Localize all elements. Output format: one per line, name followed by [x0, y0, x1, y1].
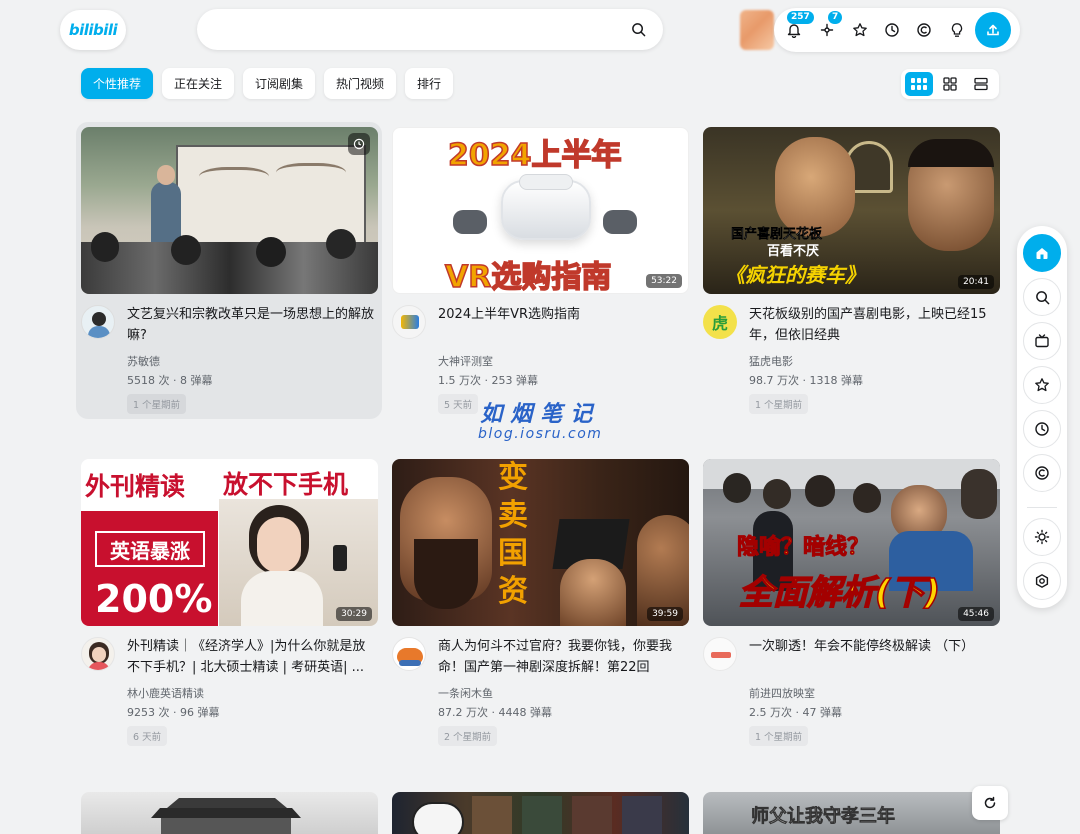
video-card[interactable]: 文艺复兴和宗教改革只是一场思想上的解放嘛? 苏敏德 5518 次 · 8 弹幕 … [76, 122, 382, 419]
search-input[interactable] [213, 22, 629, 37]
video-date: 2 个星期前 [438, 726, 498, 746]
video-thumbnail[interactable]: 隐喻？暗线？ 全面解析(下) 45:46 [703, 459, 1000, 626]
video-title[interactable]: 文艺复兴和宗教改革只是一场思想上的解放嘛? [127, 304, 374, 346]
creator-icon[interactable] [1023, 454, 1061, 492]
tab-ranking[interactable]: 排行 [405, 68, 453, 99]
video-thumbnail[interactable] [81, 127, 378, 294]
video-date: 5 天前 [438, 394, 479, 414]
video-title[interactable]: 外刊精读｜《经济学人》|为什么你就是放不下手机？| 北大硕士精读 | 考研英语|… [127, 636, 374, 678]
lightbulb-icon[interactable] [947, 20, 967, 40]
video-thumbnail[interactable]: 2024上半年 VR选购指南 53:22 [392, 127, 689, 294]
video-thumbnail[interactable]: 外刊精读 放不下手机 英语暴涨 200% 30:29 [81, 459, 378, 626]
video-thumbnail[interactable]: 变卖国资 39:59 [392, 459, 689, 626]
channel-avatar[interactable] [392, 637, 426, 671]
video-duration: 53:22 [646, 274, 682, 288]
video-author[interactable]: 前进四放映室 [749, 685, 815, 701]
search-bar[interactable] [197, 9, 663, 50]
video-card[interactable]: 外刊精读 放不下手机 英语暴涨 200% 30:29 外刊精读｜《经济学人》|为… [81, 459, 378, 749]
history-clock-icon[interactable] [1023, 410, 1061, 448]
user-avatar[interactable] [740, 10, 774, 50]
video-title[interactable]: 2024上半年VR选购指南 [438, 304, 685, 325]
video-card[interactable]: 变卖国资 39:59 商人为何斗不过官府？我要你钱，你要我命！国产第一神剧深度拆… [392, 459, 689, 749]
video-thumbnail[interactable]: 国产喜剧天花板 百看不厌 《疯狂的赛车》 20:41 [703, 127, 1000, 294]
top-toolbar: 257 7 [774, 8, 1020, 52]
tv-icon[interactable] [1023, 322, 1061, 360]
list-view-icon[interactable] [967, 72, 995, 96]
channel-avatar[interactable] [703, 637, 737, 671]
video-stats: 2.5 万次 · 47 弹幕 [749, 706, 842, 719]
refresh-button[interactable] [972, 786, 1008, 820]
video-date: 1 个星期前 [749, 726, 809, 746]
video-stats: 98.7 万次 · 1318 弹幕 [749, 374, 863, 387]
video-title[interactable]: 商人为何斗不过官府？我要你钱，你要我命！国产第一神剧深度拆解！第22回 [438, 636, 685, 678]
tab-recommended[interactable]: 个性推荐 [81, 68, 153, 99]
video-author[interactable]: 林小鹿英语精读 [127, 685, 204, 701]
video-duration: 39:59 [647, 607, 683, 621]
channel-avatar[interactable]: 虎 [703, 305, 737, 339]
video-title[interactable]: 天花板级别的国产喜剧电影，上映已经15年，但依旧经典 [749, 304, 996, 346]
video-author[interactable]: 一条闲木鱼 [438, 685, 493, 701]
search-icon[interactable] [1023, 278, 1061, 316]
upload-button[interactable] [975, 12, 1011, 48]
tab-following[interactable]: 正在关注 [162, 68, 234, 99]
video-thumbnail[interactable] [392, 792, 689, 834]
creator-icon[interactable] [914, 20, 934, 40]
view-switch [901, 69, 999, 99]
video-thumbnail[interactable]: 师父让我守孝三年 [703, 792, 1000, 834]
video-duration: 45:46 [958, 607, 994, 621]
settings-gear-icon[interactable] [1023, 562, 1061, 600]
video-stats: 1.5 万次 · 253 弹幕 [438, 374, 538, 387]
home-icon[interactable] [1023, 234, 1061, 272]
history-clock-icon[interactable] [882, 20, 902, 40]
refresh-icon [984, 796, 996, 809]
bilibili-logo[interactable]: bilibili [60, 10, 126, 50]
video-duration: 20:41 [958, 275, 994, 289]
video-date: 1 个星期前 [127, 394, 187, 414]
video-card[interactable]: 国产喜剧天花板 百看不厌 《疯狂的赛车》 20:41 虎 天花板级别的国产喜剧电… [703, 127, 1000, 417]
channel-avatar[interactable] [392, 305, 426, 339]
channel-avatar[interactable] [81, 637, 115, 671]
video-date: 6 天前 [127, 726, 168, 746]
tab-popular[interactable]: 热门视频 [324, 68, 396, 99]
video-duration: 30:29 [336, 607, 372, 621]
video-stats: 9253 次 · 96 弹幕 [127, 706, 220, 719]
video-stats: 87.2 万次 · 4448 弹幕 [438, 706, 552, 719]
dynamic-badge: 7 [828, 11, 843, 24]
video-title[interactable]: 一次聊透！年会不能停终极解读 （下） [749, 636, 996, 657]
video-stats: 5518 次 · 8 弹幕 [127, 374, 213, 387]
video-thumbnail[interactable] [81, 792, 378, 834]
video-date: 1 个星期前 [749, 394, 809, 414]
tab-subscribed-series[interactable]: 订阅剧集 [243, 68, 315, 99]
divider [1027, 507, 1057, 508]
notification-badge: 257 [787, 11, 814, 24]
channel-avatar[interactable] [81, 305, 115, 339]
grid-small-icon[interactable] [936, 72, 964, 96]
star-icon[interactable] [850, 20, 870, 40]
video-card[interactable]: 2024上半年 VR选购指南 53:22 2024上半年VR选购指南 大神评测室… [392, 127, 689, 417]
right-float-bar [1017, 226, 1067, 608]
search-icon[interactable] [629, 21, 647, 39]
video-author[interactable]: 猛虎电影 [749, 353, 793, 369]
watermark: 如烟笔记 blog.iosru.com [478, 402, 603, 442]
star-icon[interactable] [1023, 366, 1061, 404]
video-card[interactable]: 隐喻？暗线？ 全面解析(下) 45:46 一次聊透！年会不能停终极解读 （下） … [703, 459, 1000, 749]
watch-later-icon[interactable] [348, 133, 370, 155]
video-author[interactable]: 苏敏德 [127, 353, 160, 369]
theme-sun-icon[interactable] [1023, 518, 1061, 556]
video-author[interactable]: 大神评测室 [438, 353, 493, 369]
grid-large-icon[interactable] [905, 72, 933, 96]
